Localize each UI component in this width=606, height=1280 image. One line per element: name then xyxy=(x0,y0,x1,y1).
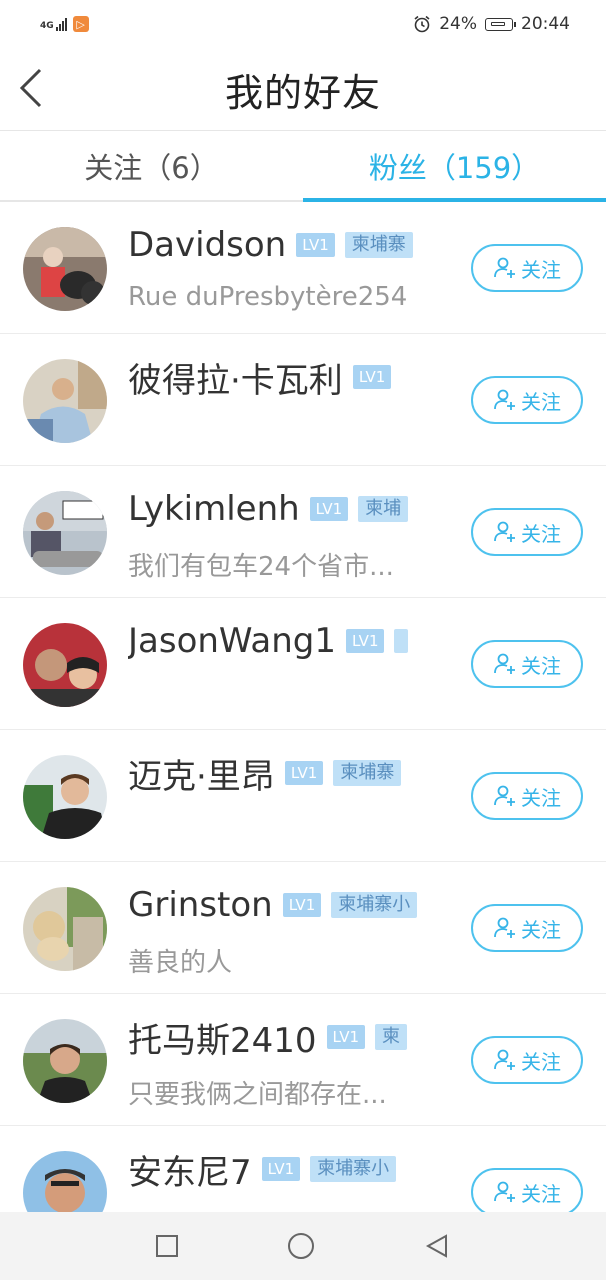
friend-name: JasonWang1 xyxy=(128,621,336,661)
tab-fans[interactable]: 粉丝（159） xyxy=(303,130,606,202)
level-badge: LV1 xyxy=(352,365,392,389)
level-badge: LV1 xyxy=(261,1157,301,1181)
add-user-icon xyxy=(494,389,515,410)
friend-description: Rue duPresbytère254 xyxy=(128,282,408,312)
follow-button[interactable]: 关注 xyxy=(471,1168,583,1212)
friend-description: 善良的人 xyxy=(128,948,233,978)
friend-info: 迈克·里昂 LV1 柬埔寨 xyxy=(128,748,424,798)
location-badge: 柬埔寨 xyxy=(333,760,402,786)
location-badge: 柬埔 xyxy=(358,496,409,522)
friend-name: Lykimlenh xyxy=(128,489,300,529)
location-badge: 柬埔寨小 xyxy=(331,892,418,918)
friend-description: 我们有包车24个省市... xyxy=(128,552,394,582)
friend-info: Davidson LV1 柬埔寨 Rue duPresbytère254 xyxy=(128,220,424,312)
avatar[interactable] xyxy=(23,887,107,971)
friend-info: Grinston LV1 柬埔寨小 善良的人 xyxy=(128,880,424,979)
follow-label: 关注 xyxy=(521,389,561,414)
back-triangle-icon xyxy=(425,1234,447,1258)
add-user-icon xyxy=(494,1181,515,1202)
friend-description: 只要我俩之间都存在... xyxy=(128,1080,387,1110)
follow-label: 关注 xyxy=(521,653,561,678)
clock: 20:44 xyxy=(521,14,570,34)
list-item[interactable]: 托马斯2410 LV1 柬 只要我俩之间都存在... 关注 xyxy=(0,994,606,1126)
friend-name: 迈克·里昂 xyxy=(128,756,275,797)
location-badge: 柬埔寨 xyxy=(344,232,413,258)
location-badge xyxy=(394,629,409,653)
status-left: 4G ▷ xyxy=(40,16,89,32)
friend-name: 安东尼7 xyxy=(128,1152,252,1193)
home-button[interactable] xyxy=(288,1233,314,1259)
list-item[interactable]: 彼得拉·卡瓦利 LV1 关注 xyxy=(0,334,606,466)
alarm-icon xyxy=(414,15,430,33)
list-item[interactable]: Lykimlenh LV1 柬埔 我们有包车24个省市... 关注 xyxy=(0,466,606,598)
network-type: 4G xyxy=(40,21,54,31)
list-item[interactable]: JasonWang1 LV1 关注 xyxy=(0,598,606,730)
location-badge: 柬埔寨小 xyxy=(310,1156,397,1182)
level-badge: LV1 xyxy=(296,233,335,257)
page-title: 我的好友 xyxy=(224,70,381,115)
follow-button[interactable]: 关注 xyxy=(471,508,583,556)
friend-info: JasonWang1 LV1 xyxy=(128,616,424,666)
follow-button[interactable]: 关注 xyxy=(471,640,583,688)
battery-icon xyxy=(485,17,516,31)
system-nav-bar xyxy=(0,1212,606,1280)
friend-name: Davidson xyxy=(128,225,287,265)
friend-name: 彼得拉·卡瓦利 xyxy=(128,360,343,401)
friends-list[interactable]: Davidson LV1 柬埔寨 Rue duPresbytère254 关注 … xyxy=(0,202,606,1212)
follow-label: 关注 xyxy=(521,917,561,942)
follow-button[interactable]: 关注 xyxy=(471,244,583,292)
follow-button[interactable]: 关注 xyxy=(471,376,583,424)
follow-button[interactable]: 关注 xyxy=(471,904,583,952)
avatar[interactable] xyxy=(23,623,107,707)
system-back-button[interactable] xyxy=(424,1233,450,1259)
level-badge: LV1 xyxy=(309,497,349,521)
follow-button[interactable]: 关注 xyxy=(471,1036,583,1084)
signal-icon: 4G xyxy=(40,17,67,31)
chevron-left-icon xyxy=(19,68,42,108)
level-badge: LV1 xyxy=(284,761,324,785)
avatar[interactable] xyxy=(23,359,107,443)
status-bar: 4G ▷ 24% 20:44 xyxy=(0,0,606,48)
avatar[interactable] xyxy=(23,755,107,839)
list-item[interactable]: 安东尼7 LV1 柬埔寨小 关注 xyxy=(0,1126,606,1212)
add-user-icon xyxy=(494,917,515,938)
recents-button[interactable] xyxy=(156,1235,178,1257)
add-user-icon xyxy=(494,257,515,278)
avatar[interactable] xyxy=(23,227,107,311)
follow-button[interactable]: 关注 xyxy=(471,772,583,820)
friend-name: 托马斯2410 xyxy=(128,1020,317,1061)
follow-label: 关注 xyxy=(521,785,561,810)
add-user-icon xyxy=(494,1049,515,1070)
app-notification-icon: ▷ xyxy=(72,16,89,32)
level-badge: LV1 xyxy=(345,629,385,653)
level-badge: LV1 xyxy=(282,893,322,917)
tab-following[interactable]: 关注（6） xyxy=(0,130,303,202)
tab-bar: 关注（6） 粉丝（159） xyxy=(0,130,606,202)
follow-label: 关注 xyxy=(521,257,561,282)
location-badge: 柬 xyxy=(375,1024,408,1050)
avatar[interactable] xyxy=(23,1019,107,1103)
app-header: 我的好友 xyxy=(0,48,606,131)
add-user-icon xyxy=(494,521,515,542)
status-right: 24% 20:44 xyxy=(413,14,570,34)
follow-label: 关注 xyxy=(521,1049,561,1074)
back-button[interactable] xyxy=(14,64,54,112)
avatar[interactable] xyxy=(23,491,107,575)
friend-info: 彼得拉·卡瓦利 LV1 xyxy=(128,352,424,402)
follow-label: 关注 xyxy=(521,1181,561,1206)
friend-info: 托马斯2410 LV1 柬 只要我俩之间都存在... xyxy=(128,1012,424,1111)
friend-info: Lykimlenh LV1 柬埔 我们有包车24个省市... xyxy=(128,484,424,583)
list-item[interactable]: Davidson LV1 柬埔寨 Rue duPresbytère254 关注 xyxy=(0,202,606,334)
battery-percent: 24% xyxy=(439,14,477,34)
list-item[interactable]: Grinston LV1 柬埔寨小 善良的人 关注 xyxy=(0,862,606,994)
friend-info: 安东尼7 LV1 柬埔寨小 xyxy=(128,1144,424,1194)
list-item[interactable]: 迈克·里昂 LV1 柬埔寨 关注 xyxy=(0,730,606,862)
follow-label: 关注 xyxy=(521,521,561,546)
add-user-icon xyxy=(494,653,515,674)
level-badge: LV1 xyxy=(326,1025,366,1049)
add-user-icon xyxy=(494,785,515,806)
friend-name: Grinston xyxy=(128,885,273,925)
avatar[interactable] xyxy=(23,1151,107,1212)
